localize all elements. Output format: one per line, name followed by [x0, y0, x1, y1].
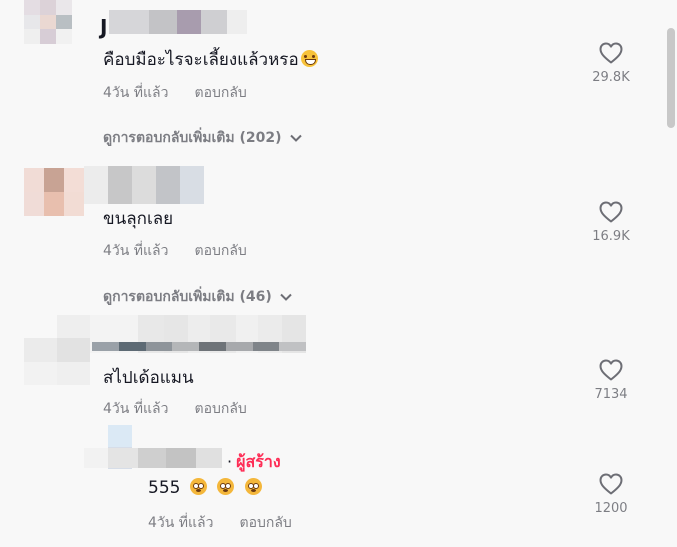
separator-dot: · — [227, 452, 233, 471]
comment-time: 4วัน ที่แล้ว — [103, 243, 169, 259]
avatar[interactable] — [24, 0, 72, 44]
like-count: 7134 — [594, 387, 628, 402]
reply-button[interactable]: ตอบกลับ — [194, 85, 246, 101]
comment-text: สไปเด้อแมน — [103, 368, 194, 388]
username-blurred[interactable] — [84, 448, 222, 468]
avatar[interactable] — [24, 315, 90, 385]
comment-meta: 4วัน ที่แล้ว ตอบกลับ — [103, 240, 247, 262]
creator-tag: · ผู้สร้าง — [227, 450, 281, 475]
like-button[interactable]: 1200 — [581, 473, 641, 516]
comment-meta: 4วัน ที่แล้ว ตอบกลับ — [148, 512, 292, 534]
reply-button[interactable]: ตอบกลับ — [194, 243, 246, 259]
like-count: 1200 — [594, 501, 628, 516]
view-more-replies-button[interactable]: ดูการตอบกลับเพิ่มเติม (46) — [103, 286, 292, 308]
flushed-face-emoji — [244, 478, 262, 495]
comment-text: คือบมือะไรจะเลี้ยงแล้วหรอ — [103, 46, 318, 73]
comment-time: 4วัน ที่แล้ว — [148, 515, 214, 531]
like-button[interactable]: 7134 — [581, 359, 641, 402]
comment-text: 555 — [148, 478, 262, 498]
flushed-face-emoji — [189, 478, 207, 495]
heart-icon — [599, 359, 623, 381]
username[interactable]: J — [100, 10, 107, 39]
comment-time: 4วัน ที่แล้ว — [103, 401, 169, 417]
like-button[interactable]: 16.9K — [581, 201, 641, 244]
comment-meta: 4วัน ที่แล้ว ตอบกลับ — [103, 82, 247, 104]
comment-meta: 4วัน ที่แล้ว ตอบกลับ — [103, 398, 247, 420]
chevron-down-icon — [280, 293, 292, 301]
heart-icon — [599, 42, 623, 64]
avatar[interactable] — [24, 168, 84, 216]
reply-button[interactable]: ตอบกลับ — [239, 515, 291, 531]
comment-text: ขนลุกเลย — [103, 209, 174, 229]
username-blurred[interactable]: J — [100, 10, 248, 39]
scrollbar[interactable] — [663, 0, 677, 547]
grin-emoji — [300, 50, 318, 67]
username-blur-strip — [92, 342, 306, 351]
creator-badge: ผู้สร้าง — [236, 452, 281, 471]
view-more-replies-button[interactable]: ดูการตอบกลับเพิ่มเติม (202) — [103, 127, 302, 149]
comment-time: 4วัน ที่แล้ว — [103, 85, 169, 101]
reply-button[interactable]: ตอบกลับ — [194, 401, 246, 417]
scrollbar-thumb[interactable] — [667, 28, 675, 128]
heart-icon — [599, 473, 623, 495]
flushed-face-emoji — [217, 478, 235, 495]
like-count: 29.8K — [592, 70, 630, 85]
like-count: 16.9K — [592, 229, 630, 244]
chevron-down-icon — [289, 134, 302, 142]
username-blurred[interactable] — [84, 166, 204, 204]
like-button[interactable]: 29.8K — [581, 42, 641, 85]
heart-icon — [599, 201, 623, 223]
